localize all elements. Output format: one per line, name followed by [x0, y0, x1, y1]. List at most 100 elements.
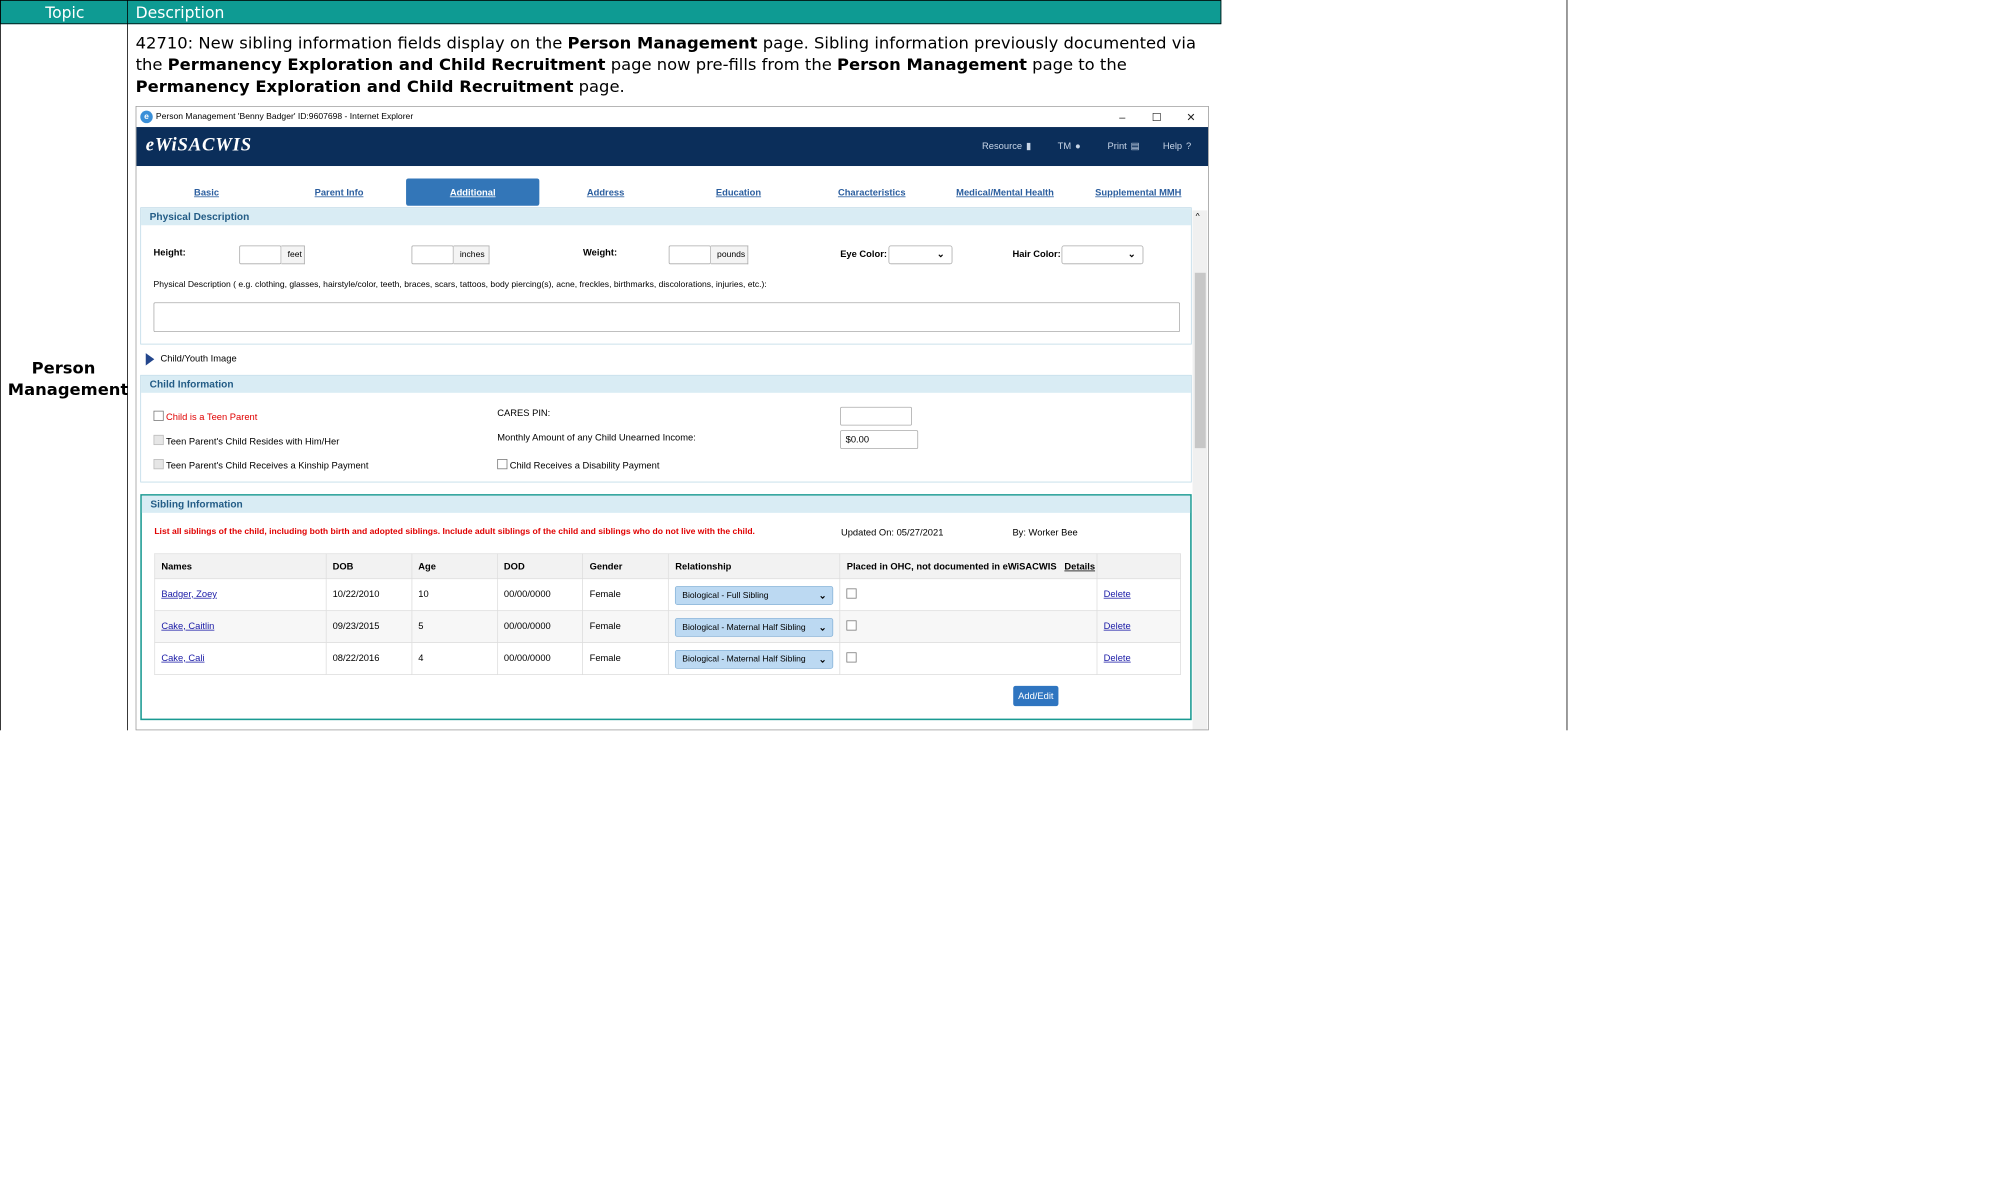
- details-link[interactable]: Details: [1064, 561, 1095, 572]
- disability-label: Child Receives a Disability Payment: [509, 459, 660, 471]
- internet-explorer-icon: e: [140, 110, 153, 124]
- nav-print-label: Print: [1107, 140, 1127, 152]
- updated-by: By: Worker Bee: [1012, 526, 1078, 538]
- age-cell: 4: [411, 642, 498, 675]
- tab-supplemental-mmh[interactable]: Supplemental MMH: [1072, 178, 1205, 205]
- placed-ohc-checkbox[interactable]: [846, 588, 857, 599]
- desc-bold-1: Person Management: [567, 33, 758, 53]
- hair-color-label: Hair Color:: [1012, 248, 1061, 260]
- table-column-divider: [127, 0, 128, 731]
- table-border-right: [1566, 0, 1568, 731]
- nav-tm[interactable]: TM ●: [1058, 140, 1081, 151]
- monthly-income-input[interactable]: $0.00: [840, 430, 919, 449]
- disability-checkbox[interactable]: [497, 459, 508, 470]
- weight-input[interactable]: [668, 245, 711, 265]
- hair-color-select[interactable]: ⌄: [1061, 245, 1144, 265]
- sibling-instruction: List all siblings of the child, includin…: [154, 526, 755, 537]
- add-edit-button[interactable]: Add/Edit: [1013, 685, 1059, 707]
- sibling-information-panel: Sibling Information List all siblings of…: [140, 494, 1192, 721]
- nav-resource[interactable]: Resource ▮: [982, 140, 1031, 151]
- table-row: Cake, Cali 08/22/2016 4 00/00/0000 Femal…: [154, 642, 1181, 675]
- scroll-up-icon[interactable]: ^: [1196, 212, 1200, 221]
- gender-cell: Female: [582, 610, 670, 644]
- nav-help[interactable]: Help?: [1163, 140, 1191, 151]
- cares-pin-input[interactable]: [840, 406, 912, 426]
- placed-ohc-cell: [839, 642, 1098, 675]
- dob-cell: 08/22/2016: [325, 642, 413, 675]
- globe-icon: ●: [1075, 140, 1081, 152]
- dob-cell: 10/22/2010: [325, 578, 413, 612]
- relationship-cell: Biological - Maternal Half Sibling ⌄: [668, 642, 841, 675]
- tab-characteristics[interactable]: Characteristics: [805, 178, 938, 205]
- delete-link[interactable]: Delete: [1104, 588, 1131, 599]
- placed-ohc-checkbox[interactable]: [846, 620, 857, 631]
- relationship-select[interactable]: Biological - Maternal Half Sibling ⌄: [675, 650, 834, 669]
- placed-ohc-cell: [839, 578, 1098, 612]
- resides-checkbox[interactable]: [153, 434, 164, 446]
- sibling-name-link[interactable]: Badger, Zoey: [161, 588, 217, 599]
- nav-print[interactable]: Print ▤: [1108, 140, 1140, 151]
- height-inches-input[interactable]: [411, 245, 454, 265]
- col-dob: DOB: [325, 553, 413, 580]
- tab-basic[interactable]: Basic: [140, 178, 272, 205]
- minimize-button[interactable]: –: [1105, 107, 1139, 127]
- col-dod: DOD: [496, 553, 584, 580]
- vertical-scrollbar[interactable]: ^: [1192, 210, 1208, 730]
- relationship-select[interactable]: Biological - Full Sibling ⌄: [675, 586, 834, 605]
- close-button[interactable]: ✕: [1174, 107, 1208, 127]
- weight-label: Weight:: [582, 247, 618, 258]
- nav-tm-label: TM: [1057, 140, 1072, 152]
- col-names: Names: [154, 553, 327, 580]
- resides-label: Teen Parent's Child Resides with Him/Her: [166, 435, 340, 447]
- kinship-checkbox[interactable]: [153, 459, 164, 470]
- desc-text-1: 42710: New sibling information fields di…: [135, 33, 568, 53]
- physical-description-label: Physical Description ( e.g. clothing, gl…: [153, 279, 767, 290]
- tab-education[interactable]: Education: [672, 178, 805, 205]
- updated-on: Updated On: 05/27/2021: [840, 526, 944, 538]
- tab-parent-info[interactable]: Parent Info: [273, 178, 405, 205]
- relationship-cell: Biological - Full Sibling ⌄: [668, 578, 841, 612]
- action-cell: Delete: [1096, 578, 1181, 612]
- expand-arrow-icon[interactable]: [145, 353, 155, 366]
- relationship-value: Biological - Maternal Half Sibling: [682, 622, 806, 633]
- col-placed-ohc-label: Placed in OHC, not documented in eWiSACW…: [846, 560, 1057, 572]
- sibling-table: Names DOB Age DOD Gender Relationship Pl…: [154, 553, 1181, 675]
- height-label: Height:: [153, 247, 186, 258]
- description-text: 42710: New sibling information fields di…: [136, 32, 1208, 97]
- action-cell: Delete: [1096, 642, 1181, 675]
- placed-ohc-cell: [839, 610, 1098, 644]
- delete-link[interactable]: Delete: [1104, 620, 1131, 631]
- desc-bold-3: Person Management: [836, 55, 1027, 75]
- relationship-value: Biological - Maternal Half Sibling: [682, 654, 806, 665]
- delete-link[interactable]: Delete: [1104, 652, 1131, 663]
- physical-description-textarea[interactable]: [153, 302, 1181, 333]
- sibling-information-title: Sibling Information: [141, 495, 1191, 513]
- dob-cell: 09/23/2015: [325, 610, 413, 644]
- monthly-income-label: Monthly Amount of any Child Unearned Inc…: [497, 431, 696, 443]
- physical-description-panel: Physical Description Height: feet inches…: [140, 207, 1192, 345]
- maximize-button[interactable]: ☐: [1139, 107, 1173, 127]
- sibling-name-link[interactable]: Cake, Cali: [161, 652, 204, 663]
- teen-parent-checkbox[interactable]: [153, 410, 164, 421]
- tab-medical-mental-health[interactable]: Medical/Mental Health: [938, 178, 1071, 205]
- chevron-down-icon: ⌄: [1127, 248, 1136, 260]
- sibling-name-link[interactable]: Cake, Caitlin: [161, 620, 214, 631]
- col-relationship: Relationship: [668, 553, 841, 580]
- relationship-value: Biological - Full Sibling: [682, 590, 769, 601]
- desc-text-3: page now pre-fills from the: [605, 55, 837, 75]
- dod-cell: 00/00/0000: [496, 578, 584, 612]
- printer-icon: ▤: [1130, 140, 1140, 152]
- col-placed-ohc: Placed in OHC, not documented in eWiSACW…: [839, 553, 1098, 580]
- browser-window: e Person Management 'Benny Badger' ID:96…: [135, 105, 1209, 731]
- scrollbar-thumb[interactable]: [1194, 272, 1206, 449]
- height-feet-input[interactable]: [239, 245, 282, 265]
- desc-text-5: page.: [573, 77, 625, 96]
- relationship-select[interactable]: Biological - Maternal Half Sibling ⌄: [675, 618, 834, 637]
- placed-ohc-checkbox[interactable]: [846, 652, 857, 663]
- child-image-link[interactable]: Child/Youth Image: [161, 353, 237, 364]
- tab-additional[interactable]: Additional: [406, 178, 540, 206]
- eye-color-select[interactable]: ⌄: [888, 245, 953, 265]
- tab-address[interactable]: Address: [539, 178, 671, 205]
- help-icon: ?: [1186, 140, 1192, 152]
- table-row: Cake, Caitlin 09/23/2015 5 00/00/0000 Fe…: [154, 610, 1181, 644]
